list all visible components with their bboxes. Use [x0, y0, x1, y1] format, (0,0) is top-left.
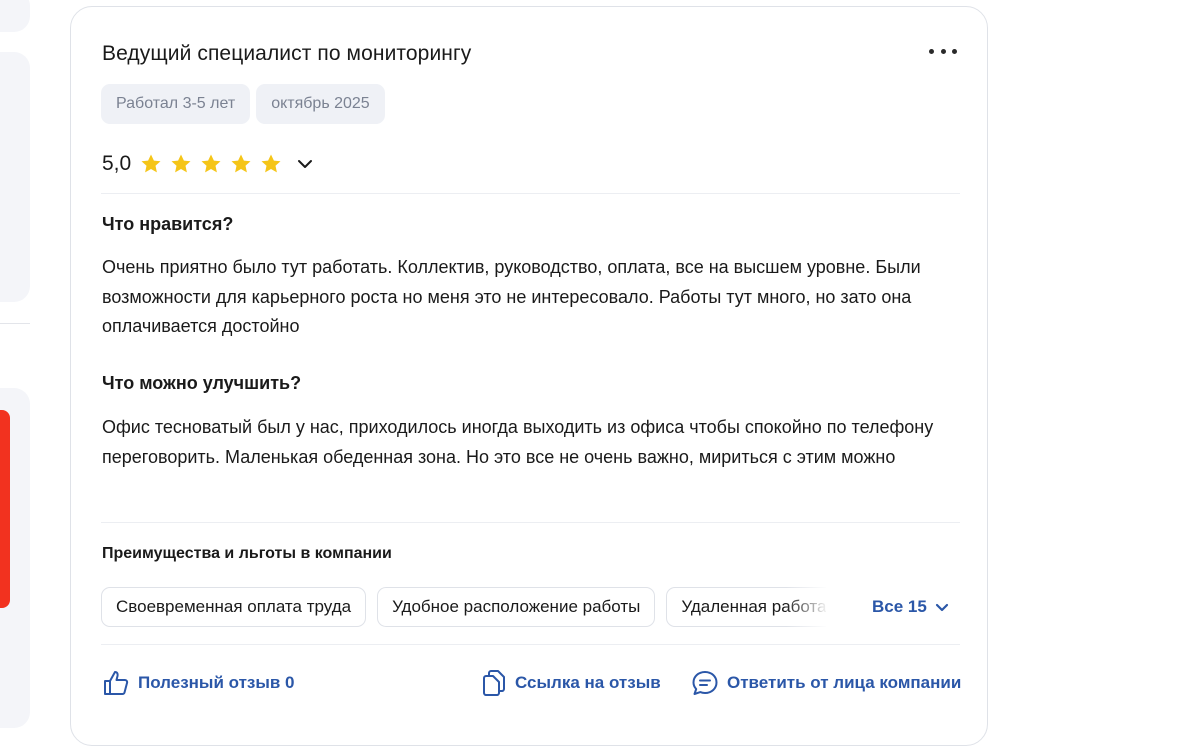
star-icon	[171, 154, 191, 173]
likes-heading: Что нравится?	[102, 214, 234, 234]
review-card: Ведущий специалист по мониторингу Работа…	[70, 6, 988, 746]
review-link-button[interactable]: Ссылка на отзыв	[481, 669, 661, 697]
review-tags: Работал 3-5 лет октябрь 2025	[101, 84, 385, 124]
reply-as-company-button[interactable]: Ответить от лица компании	[691, 669, 961, 697]
rating: 5,0	[102, 152, 315, 176]
rating-details-toggle[interactable]	[295, 154, 315, 174]
helpful-review-label: Полезный отзыв 0	[138, 673, 295, 692]
improve-heading: Что можно улучшить?	[102, 373, 302, 393]
improve-text: Офис тесноватый был у нас, приходилось и…	[102, 417, 934, 467]
benefits-chips: Своевременная оплата труда Удобное распо…	[101, 587, 826, 627]
benefit-chip[interactable]: Удобное расположение работы	[377, 587, 656, 627]
helpful-review-button[interactable]: Полезный отзыв 0	[102, 669, 295, 697]
benefits-title: Преимущества и льготы в компании	[102, 545, 392, 562]
rating-stars	[139, 152, 283, 176]
three-dots-icon	[929, 48, 934, 54]
copy-link-icon	[483, 670, 505, 696]
divider	[101, 644, 960, 645]
sidebar-top-block	[0, 0, 30, 32]
divider	[101, 522, 960, 523]
sidebar-divider	[0, 323, 30, 324]
tag-date: октябрь 2025	[256, 84, 385, 124]
divider	[101, 193, 960, 194]
sidebar-promo-banner[interactable]	[0, 410, 10, 608]
benefit-chip[interactable]: Своевременная оплата труда	[101, 587, 367, 627]
star-icon	[261, 154, 281, 173]
all-benefits-button[interactable]: Все 15	[872, 597, 949, 617]
chat-bubble-icon	[692, 671, 718, 695]
rating-value: 5,0	[102, 152, 132, 175]
sidebar-panel	[0, 52, 30, 302]
all-benefits-label: Все 15	[872, 597, 927, 616]
chips-fade-overlay	[786, 587, 836, 627]
chevron-down-icon	[298, 160, 313, 168]
star-icon	[231, 154, 251, 173]
reply-as-company-label: Ответить от лица компании	[727, 673, 962, 692]
more-options-button[interactable]	[929, 41, 957, 61]
star-icon	[141, 154, 161, 173]
chevron-down-icon	[935, 603, 948, 611]
thumbs-up-icon	[104, 671, 129, 695]
review-title: Ведущий специалист по мониторингу	[102, 42, 472, 65]
star-icon	[201, 154, 221, 173]
review-link-label: Ссылка на отзыв	[515, 673, 661, 692]
likes-text: Очень приятно было тут работать. Коллект…	[102, 257, 921, 336]
tag-experience: Работал 3-5 лет	[101, 84, 251, 124]
